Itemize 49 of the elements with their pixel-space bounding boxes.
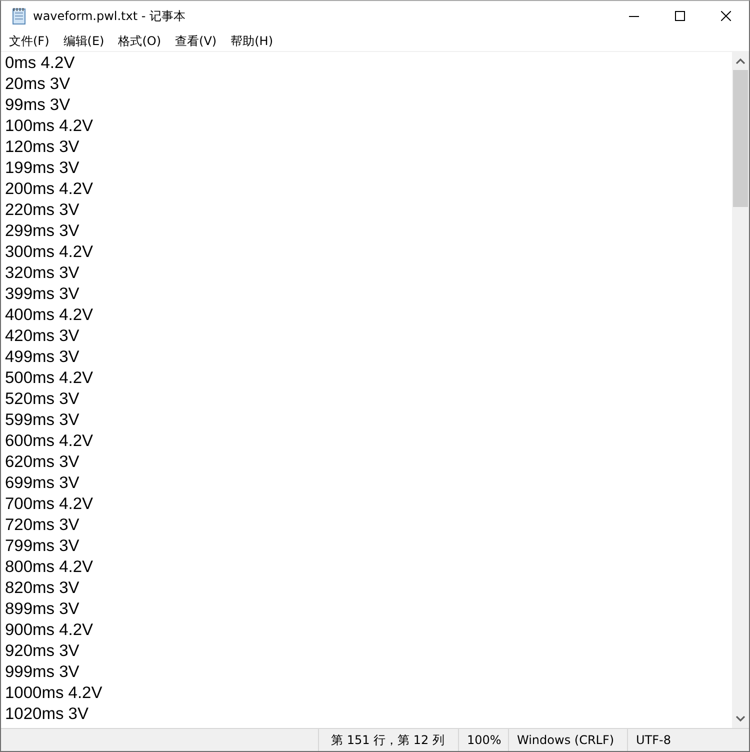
text-line: 920ms 3V xyxy=(5,641,80,662)
text-line: 100ms 4.2V xyxy=(5,116,94,137)
line-ending: Windows (CRLF) xyxy=(509,729,628,751)
encoding: UTF-8 xyxy=(635,732,672,749)
text-line: 1020ms 3V xyxy=(5,704,90,725)
maximize-icon xyxy=(675,11,685,21)
text-line: 499ms 3V xyxy=(5,347,80,368)
scrollbar-thumb[interactable] xyxy=(733,70,748,207)
text-line: 599ms 3V xyxy=(5,410,80,431)
text-line: 999ms 3V xyxy=(5,662,80,683)
text-line: 420ms 3V xyxy=(5,326,80,347)
text-line: 220ms 3V xyxy=(5,200,80,221)
text-line: 620ms 3V xyxy=(5,452,80,473)
text-line: 120ms 3V xyxy=(5,137,80,158)
menu-item[interactable]: 格式(O) xyxy=(112,32,168,50)
text-line: 700ms 4.2V xyxy=(5,494,94,515)
scroll-down-icon[interactable] xyxy=(736,716,745,722)
cursor-position: 第 151 行，第 12 列 xyxy=(319,729,459,751)
text-line: 500ms 4.2V xyxy=(5,368,94,389)
text-line: 600ms 4.2V xyxy=(5,431,94,452)
text-line: 299ms 3V xyxy=(5,221,80,242)
text-line: 200ms 4.2V xyxy=(5,179,94,200)
text-line: 399ms 3V xyxy=(5,284,80,305)
text-line: 520ms 3V xyxy=(5,389,80,410)
text-line: 99ms 3V xyxy=(5,95,72,116)
text-line: 720ms 3V xyxy=(5,515,80,536)
zoom-level: 100% xyxy=(459,729,509,751)
text-line: 0ms 4.2V xyxy=(5,53,76,74)
text-line: 1000ms 4.2V xyxy=(5,683,104,704)
text-line: 20ms 3V xyxy=(5,74,72,95)
text-line: 800ms 4.2V xyxy=(5,557,94,578)
text-line: 300ms 4.2V xyxy=(5,242,94,263)
text-line: 820ms 3V xyxy=(5,578,80,599)
text-line: 899ms 3V xyxy=(5,599,80,620)
text-line: 900ms 4.2V xyxy=(5,620,94,641)
scroll-up-icon[interactable] xyxy=(736,58,745,64)
close-icon xyxy=(721,11,731,21)
notepad-icon xyxy=(11,7,27,25)
vertical-scrollbar[interactable] xyxy=(732,52,749,728)
menu-item[interactable]: 查看(V) xyxy=(169,32,223,50)
menu-item[interactable]: 编辑(E) xyxy=(57,32,110,50)
text-line: 400ms 4.2V xyxy=(5,305,94,326)
text-line: 199ms 3V xyxy=(5,158,80,179)
text-line: 699ms 3V xyxy=(5,473,80,494)
window-title: waveform.pwl.txt - 记事本 xyxy=(33,8,186,24)
menu-item[interactable]: 文件(F) xyxy=(3,32,56,50)
text-line: 799ms 3V xyxy=(5,536,80,557)
menu-item[interactable]: 帮助(H) xyxy=(224,32,279,50)
text-line: 320ms 3V xyxy=(5,263,80,284)
